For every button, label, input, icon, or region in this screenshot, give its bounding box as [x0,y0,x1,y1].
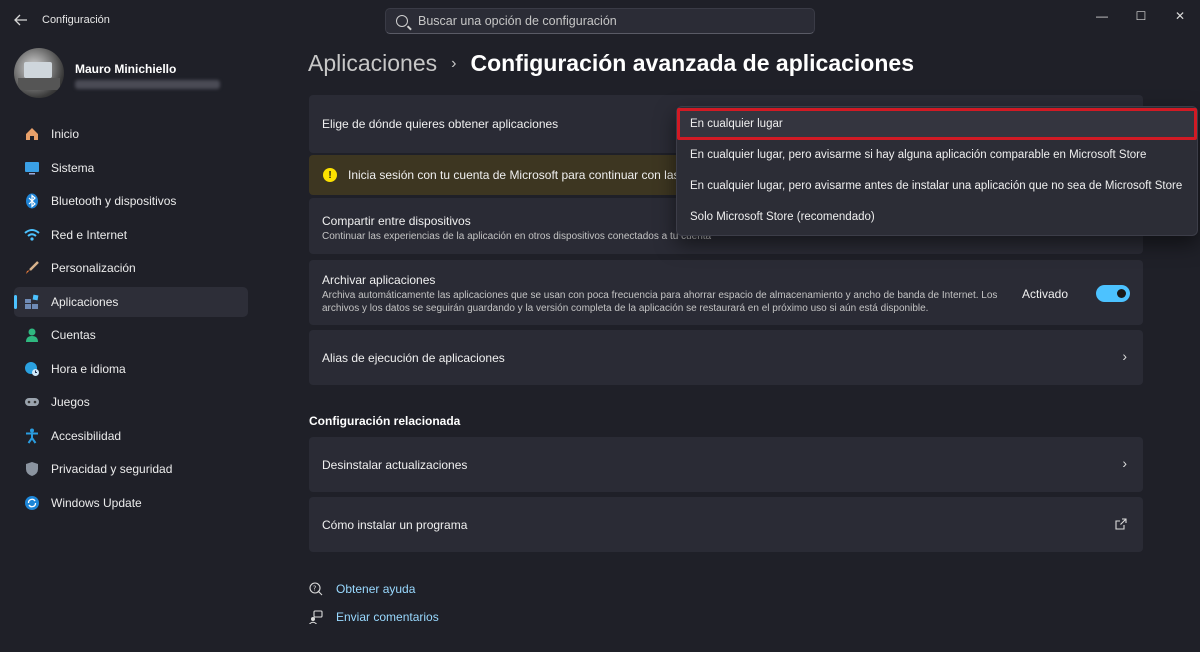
sidebar-item-juegos[interactable]: Juegos [14,387,248,417]
back-arrow-icon[interactable] [10,9,32,31]
person-icon [23,326,41,344]
gamepad-icon [23,393,41,411]
sidebar-item-inicio[interactable]: Inicio [14,119,248,149]
sidebar-item-aplicaciones[interactable]: Aplicaciones [14,286,248,317]
sidebar-item-label: Juegos [51,395,90,409]
send-feedback-link[interactable]: Enviar comentarios [309,610,439,624]
dropdown-option-anywhere-warn-comparable[interactable]: En cualquier lugar, pero avisarme si hay… [690,149,1146,161]
sidebar-item-label: Bluetooth y dispositivos [51,194,177,208]
get-help-link[interactable]: ? Obtener ayuda [309,582,415,596]
search-box[interactable] [385,8,815,34]
app-source-title: Elige de dónde quieres obtener aplicacio… [322,117,559,131]
sidebar-item-label: Aplicaciones [51,294,119,309]
sidebar-item-label: Red e Internet [51,227,128,242]
open-external-icon [1115,517,1127,533]
warning-text: Inicia sesión con tu cuenta de Microsoft… [348,168,689,182]
sidebar-item-cuentas[interactable]: Cuentas [14,320,248,350]
sidebar-item-label: Inicio [51,127,80,141]
page-title: Configuración avanzada de aplicaciones [470,50,914,76]
install-program-setting[interactable]: Cómo instalar un programa [309,497,1143,552]
dropdown-option-store-only[interactable]: Solo Microsoft Store (recomendado) [690,211,875,223]
install-program-title: Cómo instalar un programa [322,518,468,532]
user-name: Mauro Minichiello [75,62,177,76]
sidebar-item-label: Sistema [51,160,95,175]
breadcrumb: Aplicaciones › Configuración avanzada de… [308,50,914,77]
uninstall-updates-title: Desinstalar actualizaciones [322,458,468,472]
share-title: Compartir entre dispositivos [322,214,471,228]
sidebar-item-label: Privacidad y seguridad [51,462,173,476]
dropdown-option-anywhere[interactable]: En cualquier lugar [690,118,783,130]
sidebar-item-label: Accesibilidad [51,428,122,443]
search-icon [396,15,408,27]
sidebar-nav: Inicio Sistema Bluetooth y dispositivos … [14,119,248,521]
alias-title: Alias de ejecución de aplicaciones [322,351,505,365]
svg-text:?: ? [313,585,317,593]
archive-toggle[interactable] [1096,285,1130,302]
user-email-redacted [75,80,220,89]
avatar[interactable] [14,48,64,98]
close-icon[interactable]: ✕ [1160,6,1200,26]
monitor-icon [23,159,41,177]
share-description: Continuar las experiencias de la aplicac… [322,231,712,242]
sidebar-item-label: Windows Update [51,495,142,510]
chevron-right-icon: › [1122,348,1127,364]
help-icon: ? [309,582,323,596]
apps-icon [23,293,41,311]
archive-toggle-label: Activado [1021,287,1068,301]
get-help-label: Obtener ayuda [336,582,416,596]
archive-apps-setting: Archivar aplicaciones Archiva automática… [309,260,1143,325]
sidebar-item-privacidad[interactable]: Privacidad y seguridad [14,454,248,484]
send-feedback-label: Enviar comentarios [336,610,439,624]
update-icon [23,494,41,512]
sidebar-item-label: Personalización [51,261,136,275]
home-icon [23,125,41,143]
sidebar-item-red[interactable]: Red e Internet [14,220,248,250]
sidebar-item-personalizacion[interactable]: Personalización [14,253,248,283]
chevron-right-icon: › [1122,455,1127,471]
related-settings-heading: Configuración relacionada [309,414,461,428]
sidebar-item-windows-update[interactable]: Windows Update [14,488,248,518]
app-title: Configuración [42,14,110,26]
breadcrumb-parent[interactable]: Aplicaciones [308,50,437,77]
globe-clock-icon [23,360,41,378]
minimize-icon[interactable]: — [1082,6,1122,26]
wifi-icon [23,226,41,244]
archive-title: Archivar aplicaciones [322,273,436,287]
warning-icon: ! [323,168,337,182]
search-input[interactable] [418,14,798,28]
app-source-dropdown-menu: En cualquier lugar En cualquier lugar, p… [676,106,1198,236]
accessibility-icon [23,427,41,445]
feedback-icon [309,610,323,624]
sidebar-item-sistema[interactable]: Sistema [14,153,248,183]
shield-icon [23,460,41,478]
dropdown-option-anywhere-warn-before-install[interactable]: En cualquier lugar, pero avisarme antes … [690,180,1182,192]
sidebar-item-accesibilidad[interactable]: Accesibilidad [14,421,248,451]
title-bar: Configuración — ☐ ✕ [0,0,1200,40]
maximize-icon[interactable]: ☐ [1121,6,1161,26]
uninstall-updates-setting[interactable]: Desinstalar actualizaciones › [309,437,1143,492]
archive-description-line1: Archiva automáticamente las aplicaciones… [322,290,998,301]
archive-description-line2: archivos y los datos se seguirán guardan… [322,303,929,314]
app-execution-alias-setting[interactable]: Alias de ejecución de aplicaciones › [309,330,1143,385]
breadcrumb-separator: › [451,54,457,72]
sidebar-item-label: Hora e idioma [51,361,126,376]
sidebar-item-label: Cuentas [51,328,96,342]
bluetooth-icon [23,192,41,210]
sidebar-item-bluetooth[interactable]: Bluetooth y dispositivos [14,186,248,216]
brush-icon [23,259,41,277]
sidebar-item-hora[interactable]: Hora e idioma [14,354,248,384]
